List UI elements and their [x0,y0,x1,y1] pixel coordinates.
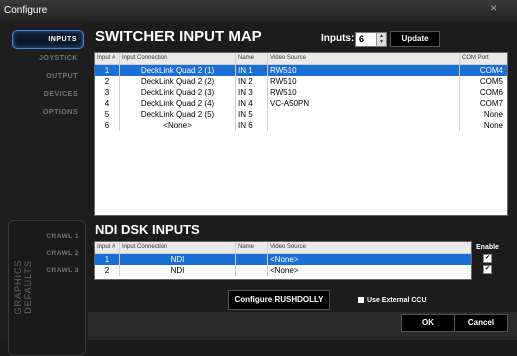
inputs-stepper[interactable]: 6 ▲ ▼ [355,32,387,47]
cell-video-source [268,109,460,120]
cell-com-port: None [483,110,503,119]
col-name: Name [236,53,268,64]
col-input-connection: Input Connection [120,53,236,64]
cell-name [236,265,268,276]
col-name: Name [236,242,268,253]
window-title: Configure [4,5,48,16]
table-row[interactable]: 3 DeckLink Quad 2 (3) IN 3 RW510 COM6 [95,87,507,98]
sidebar-item-crawl-3[interactable]: CRAWL 3 [46,267,79,274]
cell-input-connection: NDI [120,254,236,265]
cell-input-connection: DeckLink Quad 2 (3) [120,87,236,98]
col-video-source: Video Source [270,244,306,250]
ndi-header-row: Input # Input Connection Name Video Sour… [95,242,471,254]
cell-name: IN 2 [236,76,268,87]
dialog-footer: OK Cancel [88,312,517,340]
sidebar-item-devices[interactable]: DEVICES [12,86,84,103]
table-row[interactable]: 4 DeckLink Quad 2 (4) IN 4 VC-A50PN COM7 [95,98,507,109]
external-ccu-label: Use External CCU [367,297,427,304]
table-row[interactable]: 1 DeckLink Quad 2 (1) IN 1 RW510 COM4 [95,65,507,76]
cell-video-source: RW510 [268,65,460,76]
cell-name: IN 4 [236,98,268,109]
table-row[interactable]: 6 <None> IN 6 None [95,120,507,131]
cell-input-num: 3 [95,87,120,98]
inputs-value[interactable]: 6 [359,34,364,44]
switcher-table: Input # Input Connection Name Video Sour… [94,52,508,216]
sidebar-item-options[interactable]: OPTIONS [12,104,84,121]
col-video-source: Video Source [268,53,460,64]
cell-video-source: RW510 [268,76,460,87]
stepper-down-icon[interactable]: ▼ [379,39,384,45]
cell-name: IN 1 [236,65,268,76]
cell-com-port: None [483,121,503,130]
cell-input-num: 5 [95,109,120,120]
cell-input-connection: DeckLink Quad 2 (2) [120,76,236,87]
external-ccu-option[interactable]: Use External CCU [358,297,427,304]
cell-input-connection: DeckLink Quad 2 (5) [120,109,236,120]
enable-checkbox-2[interactable]: ✔ [483,265,492,274]
col-input-num: Input # [95,53,120,64]
enable-checkbox-1[interactable]: ✔ [483,254,492,263]
cell-name: IN 3 [236,87,268,98]
cell-video-source: VC-A50PN [268,98,460,109]
table-row[interactable]: 2 DeckLink Quad 2 (2) IN 2 RW510 COM5 [95,76,507,87]
sidebar-item-crawl-1[interactable]: CRAWL 1 [46,233,79,240]
cell-video-source: <None> [270,266,299,275]
cancel-button[interactable]: Cancel [454,314,508,332]
cell-video-source [268,120,460,131]
cell-input-connection: NDI [120,265,236,276]
col-input-connection: Input Connection [120,242,236,253]
sidebar-nav: INPUTS JOYSTICK OUTPUT DEVICES OPTIONS [12,30,84,122]
cell-input-connection: DeckLink Quad 2 (4) [120,98,236,109]
cell-input-num: 2 [95,76,120,87]
switcher-header-row: Input # Input Connection Name Video Sour… [95,53,507,65]
cell-com-port: COM5 [479,77,503,86]
update-button[interactable]: Update [390,31,440,47]
title-bar: Configure × [0,0,517,23]
configure-rushdolly-button[interactable]: Configure RUSHDOLLY [228,290,330,310]
cell-com-port: COM6 [479,88,503,97]
cell-input-num: 2 [95,265,120,276]
cell-video-source: <None> [270,255,299,264]
cell-input-connection: DeckLink Quad 2 (1) [120,65,236,76]
graphics-defaults-panel: GRAPHICS DEFAULTS CRAWL 1 CRAWL 2 CRAWL … [8,220,86,356]
inputs-label: Inputs: [321,33,355,44]
col-com-port: COM Port [462,55,489,61]
main-panel: SWITCHER INPUT MAP Inputs: 6 ▲ ▼ Update I… [88,22,517,340]
table-row[interactable]: 1 NDI <None> [95,254,471,265]
cell-input-connection: <None> [120,120,236,131]
external-ccu-checkbox[interactable] [358,297,364,304]
table-row[interactable]: 2 NDI <None> [95,265,471,276]
sidebar-item-output[interactable]: OUTPUT [12,68,84,85]
cell-input-num: 1 [95,254,120,265]
cell-input-num: 1 [95,65,120,76]
cell-name: IN 6 [236,120,268,131]
sidebar-item-crawl-2[interactable]: CRAWL 2 [46,250,79,257]
ndi-table: Input # Input Connection Name Video Sour… [94,241,472,280]
stepper-arrows[interactable]: ▲ ▼ [376,33,386,46]
cell-com-port: COM4 [479,66,503,75]
ndi-title: NDI DSK INPUTS [95,222,200,237]
sidebar-item-inputs[interactable]: INPUTS [12,30,84,49]
ok-button[interactable]: OK [401,314,455,332]
switcher-title: SWITCHER INPUT MAP [95,28,262,45]
cell-input-num: 4 [95,98,120,109]
cell-input-num: 6 [95,120,120,131]
cell-name [236,254,268,265]
cell-com-port: COM7 [479,99,503,108]
table-row[interactable]: 5 DeckLink Quad 2 (5) IN 5 None [95,109,507,120]
cell-name: IN 5 [236,109,268,120]
enable-label: Enable [476,244,499,251]
graphics-defaults-label: GRAPHICS DEFAULTS [13,259,33,315]
sidebar-item-joystick[interactable]: JOYSTICK [12,50,84,67]
cell-video-source: RW510 [268,87,460,98]
col-input-num: Input # [95,242,120,253]
close-icon[interactable]: × [490,1,497,15]
sidebar: INPUTS JOYSTICK OUTPUT DEVICES OPTIONS G… [0,22,88,356]
